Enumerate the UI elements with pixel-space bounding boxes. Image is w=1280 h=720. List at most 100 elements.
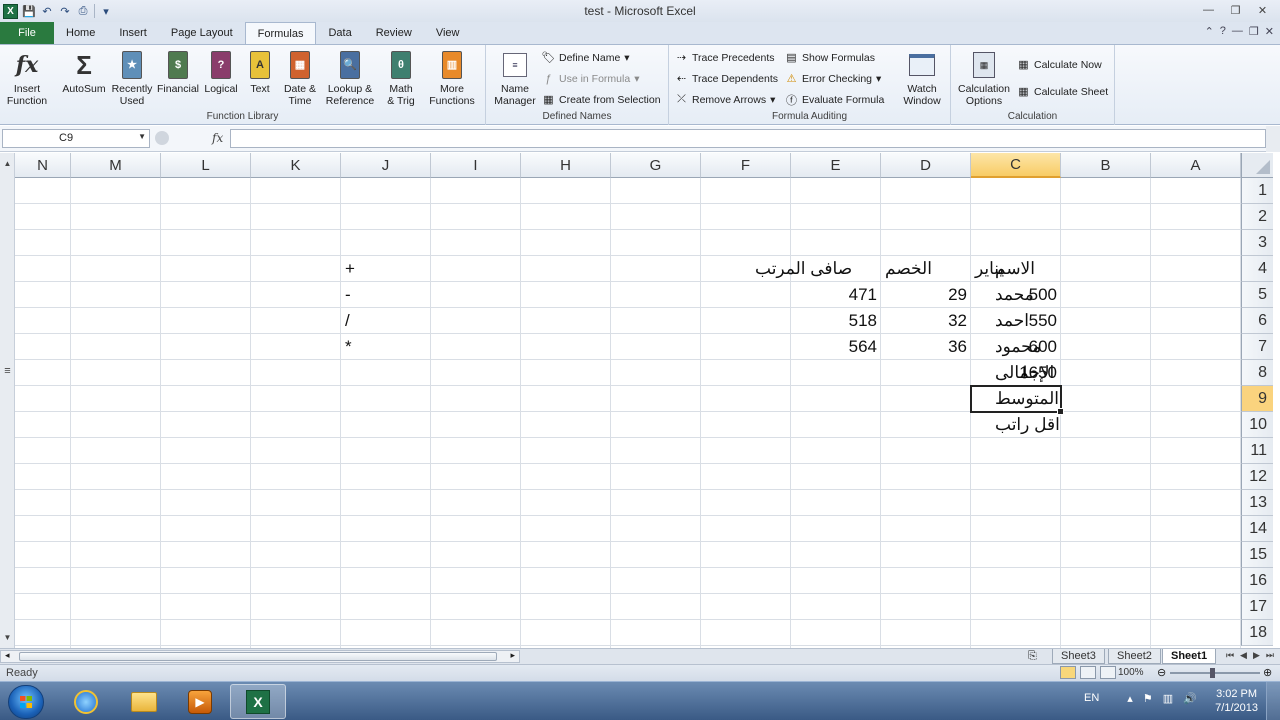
watch-window-button[interactable]: Watch Window [899,50,945,107]
create-from-selection-button[interactable]: ▦ Create from Selection [542,93,660,107]
close-icon[interactable]: ✕ [1249,0,1276,20]
column-header-b[interactable]: B [1061,153,1151,178]
tray-expand-icon[interactable]: ▴ [1127,692,1133,705]
tab-review[interactable]: Review [364,22,424,44]
column-header-d[interactable]: D [881,153,971,178]
flag-icon[interactable]: ⚑ [1143,692,1153,705]
clock[interactable]: 3:02 PM 7/1/2013 [1215,687,1258,715]
row-header-18[interactable]: 18 [1241,620,1273,646]
calculation-options-button[interactable]: ▦ Calculation Options [955,50,1013,107]
help-icon[interactable]: ? [1220,25,1226,38]
taskbar-excel[interactable]: X [230,684,286,719]
name-box-dropdown-icon[interactable]: ▼ [138,132,146,141]
tab-file[interactable]: File [0,22,54,44]
row-header-3[interactable]: 3 [1241,230,1273,256]
workbook-restore-icon[interactable]: ❐ [1249,25,1259,38]
page-layout-view-icon[interactable] [1080,666,1096,679]
row-header-7[interactable]: 7 [1241,334,1273,360]
cell-area[interactable]: الاسم يناير الخصم صافى المرتب محمد 500 29 471 اح… [15,178,1241,649]
formula-bar-expand-icon[interactable] [155,131,169,145]
cell-e5[interactable]: 471 [791,282,881,308]
row-header-9[interactable]: 9 [1241,386,1273,412]
cell-c7[interactable]: 600 [971,334,1061,360]
language-indicator[interactable]: EN [1084,692,1099,705]
vertical-split-handle[interactable] [1266,126,1280,152]
zoom-slider[interactable] [1170,668,1260,678]
zoom-out-icon[interactable]: ⊖ [1157,666,1166,679]
row-header-10[interactable]: 10 [1241,412,1273,438]
trace-dependents-button[interactable]: ⇠ Trace Dependents [675,72,778,86]
cell-c8[interactable]: 1650 [971,360,1061,386]
column-header-e[interactable]: E [791,153,881,178]
cell-d4[interactable]: الخصم [881,256,971,282]
cell-c5[interactable]: 500 [971,282,1061,308]
sheet-tab-sheet3[interactable]: Sheet3 [1052,649,1105,664]
column-header-j[interactable]: J [341,153,431,178]
print-preview-icon[interactable]: ⎙ [76,4,90,18]
page-break-view-icon[interactable] [1100,666,1116,679]
row-header-4[interactable]: 4 [1241,256,1273,282]
vertical-scrollbar[interactable]: ▲ ≡ ▼ [0,153,15,649]
select-all-corner[interactable] [1241,153,1273,178]
cell-d6[interactable]: 32 [881,308,971,334]
scroll-left-icon[interactable]: ◂ [5,650,10,661]
row-header-16[interactable]: 16 [1241,568,1273,594]
active-cell-selection[interactable] [970,385,1064,415]
lookup-reference-button[interactable]: 🔍 Lookup & Reference [322,50,378,107]
cell-j5[interactable]: - [341,282,431,308]
insert-function-button[interactable]: fx Insert Function [4,50,50,107]
column-header-l[interactable]: L [161,153,251,178]
evaluate-formula-button[interactable]: ⓕ Evaluate Formula [785,93,884,107]
column-header-m[interactable]: M [71,153,161,178]
row-header-14[interactable]: 14 [1241,516,1273,542]
workbook-minimize-icon[interactable]: — [1232,25,1243,38]
redo-icon[interactable]: ↷ [58,4,72,18]
cell-e4[interactable]: صافى المرتب [751,256,881,282]
column-header-k[interactable]: K [251,153,341,178]
row-header-1[interactable]: 1 [1241,178,1273,204]
zoom-level[interactable]: 100% [1118,667,1144,678]
logical-button[interactable]: ? Logical [201,50,241,95]
tab-home[interactable]: Home [54,22,107,44]
insert-sheet-icon[interactable]: ⎘ [1028,650,1037,663]
row-header-2[interactable]: 2 [1241,204,1273,230]
math-trig-button[interactable]: θ Math & Trig [380,50,422,107]
name-box[interactable]: C9 ▼ [2,129,150,148]
cell-c6[interactable]: 550 [971,308,1061,334]
column-header-c[interactable]: C [971,153,1061,178]
minimize-icon[interactable]: — [1195,0,1222,20]
sheet-tab-sheet2[interactable]: Sheet2 [1108,649,1161,664]
volume-icon[interactable]: 🔊 [1183,692,1197,705]
taskbar-file-explorer[interactable] [116,684,172,719]
horizontal-scrollbar[interactable]: ◂ ▸ [0,650,520,663]
save-icon[interactable]: 💾 [22,4,36,18]
row-header-8[interactable]: 8 [1241,360,1273,386]
column-header-n[interactable]: N [15,153,71,178]
date-time-button[interactable]: ▦ Date & Time [280,50,320,107]
cell-d7[interactable]: 36 [881,334,971,360]
restore-icon[interactable]: ❐ [1222,0,1249,20]
define-name-button[interactable]: 🏷 Define Name ▾ [542,51,630,65]
last-sheet-icon[interactable]: ⏭ [1266,650,1274,661]
horizontal-scroll-thumb[interactable] [19,652,497,661]
cell-b10[interactable]: اقل راتب [991,412,1151,438]
zoom-slider-knob[interactable] [1210,668,1215,678]
scroll-up-icon[interactable]: ▲ [2,159,13,171]
financial-button[interactable]: $ Financial [155,50,201,95]
row-header-17[interactable]: 17 [1241,594,1273,620]
show-formulas-button[interactable]: ▤ Show Formulas [785,51,875,65]
column-header-g[interactable]: G [611,153,701,178]
excel-logo-icon[interactable]: X [3,3,18,19]
cell-c4[interactable]: يناير [971,256,1061,282]
column-header-a[interactable]: A [1151,153,1241,178]
customize-qat-icon[interactable]: ▾ [99,4,113,18]
network-icon[interactable]: ▥ [1163,692,1173,705]
use-in-formula-button[interactable]: ƒ Use in Formula ▾ [542,72,639,85]
sheet-tab-sheet1[interactable]: Sheet1 [1162,649,1217,664]
show-desktop-button[interactable] [1266,682,1280,720]
cell-e7[interactable]: 564 [791,334,881,360]
row-header-5[interactable]: 5 [1241,282,1273,308]
column-header-i[interactable]: I [431,153,521,178]
name-manager-button[interactable]: ≡ Name Manager [492,50,538,107]
remove-arrows-button[interactable]: ⤫ Remove Arrows ▾ [675,93,775,106]
